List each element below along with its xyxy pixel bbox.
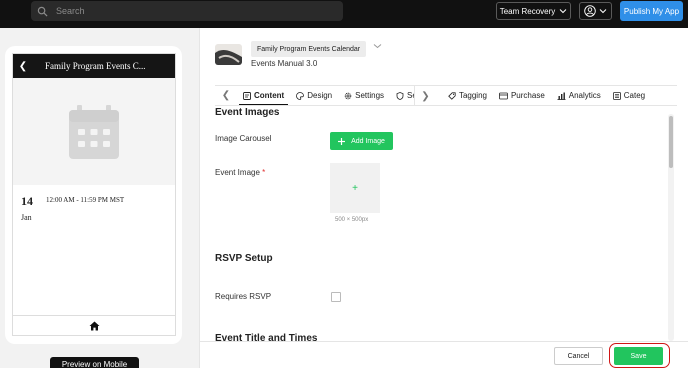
user-avatar-icon	[584, 5, 596, 17]
event-time: 12:00 AM - 11:59 PM MST	[46, 196, 125, 204]
preview-on-mobile-button[interactable]: Preview on Mobile	[50, 357, 139, 368]
tab-purchase[interactable]: Purchase	[493, 86, 551, 105]
event-image-placeholder	[13, 78, 175, 185]
event-image-label-text: Event Image	[215, 168, 260, 177]
card-icon	[499, 92, 508, 99]
app-subtitle: Events Manual 3.0	[251, 59, 318, 68]
app-thumbnail	[215, 44, 242, 65]
image-size-hint: 500 × 500px	[335, 217, 369, 223]
section-rsvp-setup: RSVP Setup	[215, 253, 273, 264]
tab-tagging[interactable]: Tagging	[442, 86, 493, 105]
event-day: 14	[21, 194, 33, 208]
tab-content[interactable]: Content	[237, 86, 290, 105]
tag-icon	[448, 91, 456, 100]
requires-rsvp-checkbox[interactable]	[331, 292, 341, 302]
gear-icon	[344, 92, 352, 99]
app-name-selector[interactable]: Family Program Events Calendar	[251, 41, 367, 57]
plus-icon: +	[352, 182, 358, 194]
chevron-down-icon	[559, 9, 567, 14]
tab-label: Categ	[623, 91, 646, 100]
tab-categories[interactable]: Categ	[607, 86, 651, 105]
category-icon	[612, 91, 621, 100]
phone-frame: ❮ Family Program Events C... 14 Jan 12:0…	[5, 46, 182, 344]
content-form: Event Images Image Carousel Add Image Ev…	[215, 107, 667, 341]
chevron-down-icon[interactable]	[373, 43, 382, 49]
section-event-images: Event Images	[215, 107, 280, 118]
tab-bar: ❮ Content Design Settings Security Taggi…	[215, 85, 677, 106]
team-label: Team Recovery	[499, 6, 556, 16]
required-mark: *	[262, 168, 266, 177]
account-menu[interactable]	[579, 2, 612, 20]
requires-rsvp-label: Requires RSVP	[215, 292, 272, 301]
image-carousel-label: Image Carousel	[215, 134, 272, 143]
top-bar: Team Recovery Publish My App	[0, 0, 688, 28]
tab-scroll-left-icon[interactable]: ❮	[215, 90, 237, 101]
chevron-down-icon	[599, 9, 607, 14]
phone-screen: ❮ Family Program Events C... 14 Jan 12:0…	[12, 53, 176, 336]
event-month: Jan	[21, 213, 32, 222]
tab-label: Purchase	[510, 91, 545, 100]
scrollbar-thumb[interactable]	[669, 116, 673, 168]
shield-icon	[396, 91, 404, 100]
search-box[interactable]	[31, 1, 343, 21]
tab-label: Settings	[355, 91, 385, 100]
save-button[interactable]: Save	[614, 347, 663, 365]
content-icon	[243, 91, 251, 100]
editor-panel: Family Program Events Calendar Events Ma…	[199, 28, 688, 368]
tab-label: Tagging	[458, 91, 487, 100]
tab-analytics[interactable]: Analytics	[551, 86, 607, 105]
bar-chart-icon	[557, 92, 566, 100]
calendar-icon	[69, 104, 119, 159]
search-icon	[37, 6, 48, 17]
tab-scroll-right-icon[interactable]: ❯	[414, 86, 436, 105]
tab-label: Content	[254, 91, 285, 100]
phone-header: ❮ Family Program Events C...	[13, 54, 175, 78]
event-image-upload[interactable]: +	[330, 163, 380, 213]
tab-design[interactable]: Design	[290, 86, 338, 105]
tab-label: Design	[307, 91, 333, 100]
event-summary: 14 Jan 12:00 AM - 11:59 PM MST	[13, 185, 175, 222]
palette-icon	[296, 91, 305, 100]
phone-tab-bar	[13, 315, 175, 335]
section-event-title-times: Event Title and Times	[215, 333, 318, 341]
event-date: 14 Jan	[13, 194, 46, 222]
event-image-label: Event Image *	[215, 168, 265, 177]
home-icon[interactable]	[89, 321, 100, 331]
add-image-button[interactable]: Add Image	[330, 132, 393, 150]
tab-settings[interactable]: Settings	[338, 86, 390, 105]
add-image-label: Add Image	[351, 137, 385, 145]
preview-panel: ❮ Family Program Events C... 14 Jan 12:0…	[0, 28, 199, 368]
editor-footer: Cancel Save	[200, 341, 688, 368]
search-input[interactable]	[56, 6, 316, 16]
phone-screen-title: Family Program Events C...	[45, 61, 146, 71]
publish-button[interactable]: Publish My App	[620, 1, 683, 21]
team-selector[interactable]: Team Recovery	[496, 2, 571, 20]
plus-icon	[338, 137, 346, 145]
form-scrollbar[interactable]	[668, 114, 674, 341]
back-arrow-icon[interactable]: ❮	[13, 61, 33, 72]
tab-label: Analytics	[568, 91, 601, 100]
cancel-button[interactable]: Cancel	[554, 347, 603, 365]
